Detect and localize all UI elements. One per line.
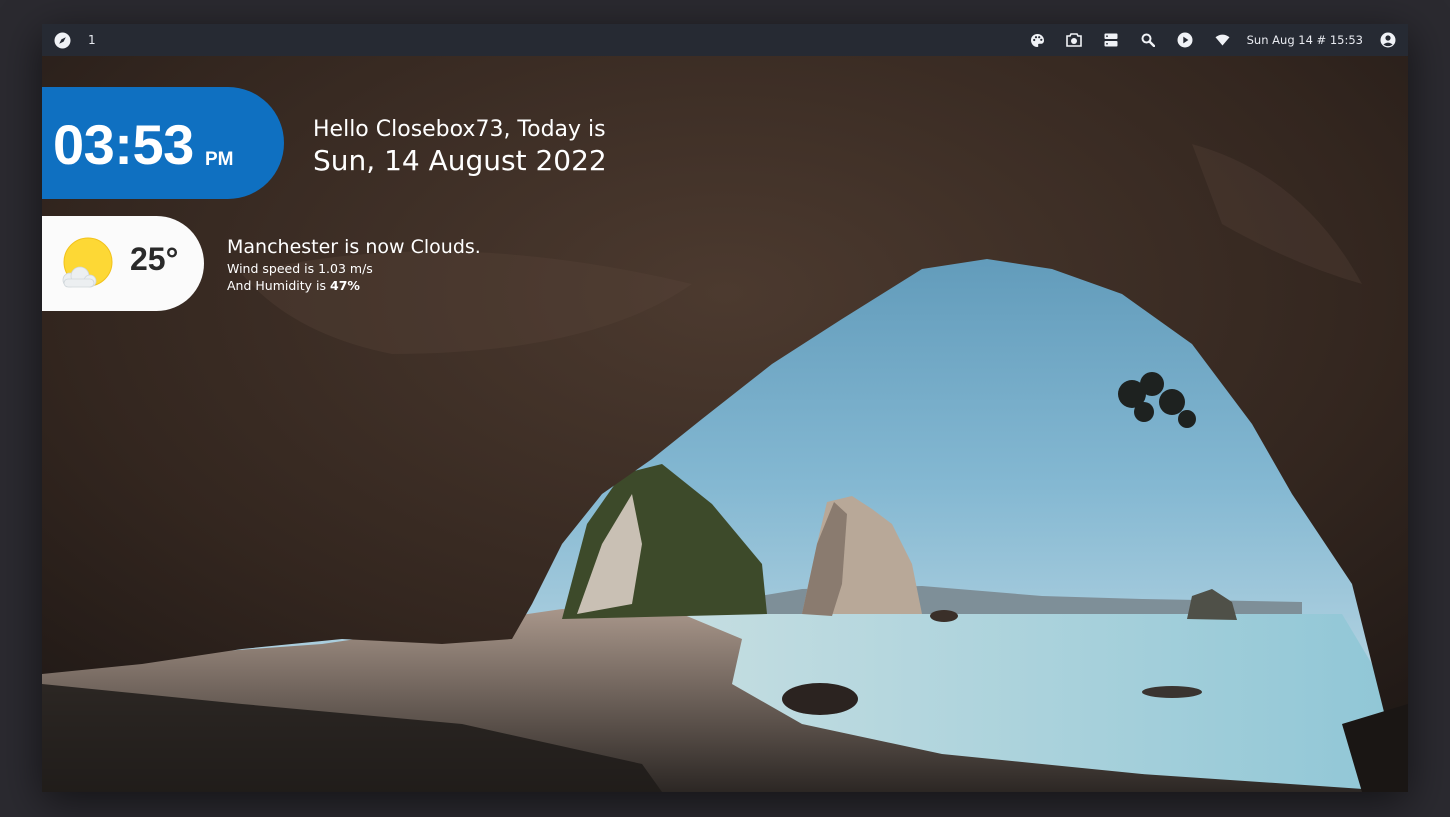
- humidity-label: And Humidity is: [227, 278, 330, 293]
- greeting: Hello Closebox73, Today is Sun, 14 Augus…: [313, 116, 607, 178]
- desktop-screen: 1 Sun Aug 14 # 15:53 03:53 PM Hello Clos…: [42, 24, 1408, 792]
- top-panel: 1 Sun Aug 14 # 15:53: [42, 24, 1408, 56]
- wind-label: Wind speed is: [227, 261, 319, 276]
- workspace-indicator[interactable]: 1: [88, 33, 96, 47]
- server-icon[interactable]: [1093, 24, 1130, 56]
- humidity-value: 47%: [330, 278, 360, 293]
- play-icon[interactable]: [1167, 24, 1204, 56]
- palette-icon[interactable]: [1019, 24, 1056, 56]
- panel-clock[interactable]: Sun Aug 14 # 15:53: [1241, 33, 1376, 47]
- humidity: And Humidity is 47%: [227, 277, 481, 294]
- top-panel-right: Sun Aug 14 # 15:53: [1019, 24, 1400, 56]
- wind-speed: Wind speed is 1.03 m/s: [227, 260, 481, 277]
- search-icon[interactable]: [1130, 24, 1167, 56]
- weather-condition: Manchester is now Clouds.: [227, 236, 481, 258]
- clock-ampm: PM: [205, 149, 234, 170]
- compass-icon[interactable]: [54, 32, 71, 49]
- date-text: Sun, 14 August 2022: [313, 144, 607, 177]
- top-panel-left: 1: [54, 24, 96, 56]
- wifi-icon[interactable]: [1204, 24, 1241, 56]
- account-icon[interactable]: [1376, 24, 1400, 56]
- camera-icon[interactable]: [1056, 24, 1093, 56]
- clock-time: 03:53: [53, 113, 194, 176]
- clock-widget: 03:53 PM: [42, 87, 284, 199]
- weather-widget: 25°: [42, 216, 204, 311]
- partly-cloudy-icon: [62, 237, 113, 288]
- weather-temperature: 25°: [130, 241, 179, 277]
- wind-value: 1.03 m/s: [318, 261, 373, 276]
- greeting-text: Hello Closebox73, Today is: [313, 117, 606, 142]
- weather-info: Manchester is now Clouds. Wind speed is …: [227, 235, 481, 294]
